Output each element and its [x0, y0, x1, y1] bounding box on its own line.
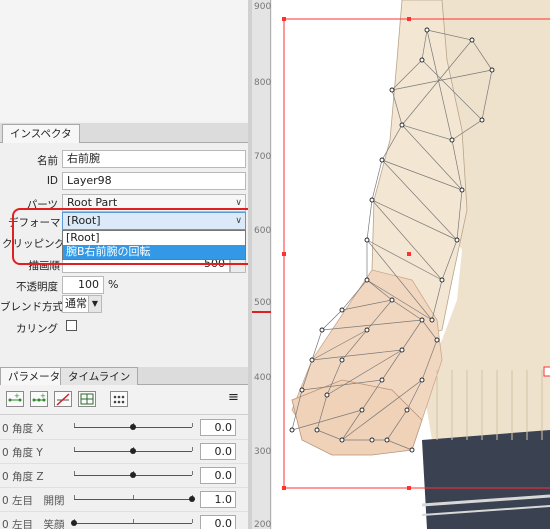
param-slider-knob[interactable] — [130, 424, 136, 430]
param-slider-knob[interactable] — [189, 496, 195, 502]
param-row[interactable]: 0 角度 X 0.0 — [0, 416, 248, 440]
param-slider-tick — [74, 447, 75, 451]
id-field[interactable]: Layer98 — [62, 172, 246, 190]
id-label: ID — [46, 175, 58, 187]
add-three-keyforms-icon[interactable]: + — [30, 391, 48, 407]
ruler-label: 300 — [254, 447, 272, 457]
param-row[interactable]: 0 角度 Z 0.0 — [0, 464, 248, 488]
culling-checkbox[interactable] — [66, 320, 77, 331]
param-value-field[interactable]: 0.0 — [200, 419, 236, 436]
ruler-label: 700 — [254, 152, 272, 162]
empty-panel-area — [0, 0, 248, 122]
param-row[interactable]: 0 角度 Y 0.0 — [0, 440, 248, 464]
param-name: 0 角度 Z — [2, 471, 44, 483]
ruler-cursor-marker — [252, 311, 271, 313]
artwork-canvas — [282, 0, 550, 529]
param-value-field[interactable]: 1.0 — [200, 491, 236, 508]
svg-text:+: + — [14, 392, 20, 400]
menu-icon[interactable]: ≡ — [228, 391, 240, 404]
param-toolbar: + + ≡ — [0, 385, 248, 415]
param-slider-track[interactable] — [74, 523, 192, 524]
highlight-annotation — [12, 208, 260, 265]
tab-inspector[interactable]: インスペクタ — [2, 124, 80, 143]
vertical-ruler: 900 800 700 600 500 400 300 200 — [252, 0, 271, 529]
ruler-label: 900 — [254, 2, 272, 12]
param-name: 0 角度 Y — [2, 447, 43, 459]
add-keyform-icon[interactable]: + — [6, 391, 24, 407]
param-slider-tick — [74, 423, 75, 427]
opacity-unit: % — [108, 278, 119, 291]
param-name: 0 左目 笑顔 — [2, 519, 65, 529]
ruler-label: 400 — [254, 373, 272, 383]
param-slider-tick — [192, 471, 193, 475]
param-slider-tick — [192, 519, 193, 523]
name-field[interactable]: 右前腕 — [62, 150, 246, 168]
param-slider-tick — [74, 471, 75, 475]
delete-keyform-icon[interactable] — [54, 391, 72, 407]
grid-view-icon[interactable] — [78, 391, 96, 407]
left-panel: インスペクタ 名前 右前腕 ID Layer98 パーツ Root Part ∨… — [0, 0, 260, 529]
blend-select-value: 通常 — [65, 297, 87, 310]
ruler-label: 500 — [254, 298, 272, 308]
tab-timeline[interactable]: タイムライン — [60, 367, 139, 385]
param-row[interactable]: 0 左目 笑顔 0.0 — [0, 512, 248, 529]
culling-label: カリング — [16, 323, 58, 335]
param-slider-knob[interactable] — [130, 472, 136, 478]
svg-text:+: + — [40, 392, 46, 400]
canvas-viewport[interactable] — [272, 0, 550, 529]
caret-down-icon[interactable]: ▼ — [88, 296, 101, 312]
param-value-field[interactable]: 0.0 — [200, 515, 236, 529]
param-slider-knob[interactable] — [71, 520, 77, 526]
ruler-label: 200 — [254, 520, 272, 529]
ruler-label: 600 — [254, 226, 272, 236]
param-row[interactable]: 0 左目 開閉 1.0 — [0, 488, 248, 512]
param-slider-tick — [192, 423, 193, 427]
opacity-label: 不透明度 — [16, 281, 58, 293]
param-slider-track[interactable] — [74, 499, 192, 500]
keyform-list-icon[interactable] — [110, 391, 128, 407]
param-value-field[interactable]: 0.0 — [200, 467, 236, 484]
param-slider-knob[interactable] — [130, 448, 136, 454]
param-name: 0 角度 X — [2, 423, 44, 435]
inspector-tabbar: インスペクタ — [0, 123, 248, 143]
param-name: 0 左目 開閉 — [2, 495, 65, 507]
param-slider-tick — [192, 447, 193, 451]
blend-label: ブレンド方式 — [0, 301, 63, 313]
opacity-field[interactable]: 100 — [62, 276, 104, 294]
param-value-field[interactable]: 0.0 — [200, 443, 236, 460]
param-slider-tick — [74, 495, 75, 499]
name-label: 名前 — [37, 155, 58, 167]
param-slider-tick — [133, 495, 134, 499]
tab-parameters[interactable]: パラメータ — [0, 367, 69, 385]
param-slider-tick — [133, 519, 134, 523]
param-tabbar: パラメータ タイムライン — [0, 367, 248, 385]
ruler-label: 800 — [254, 78, 272, 88]
